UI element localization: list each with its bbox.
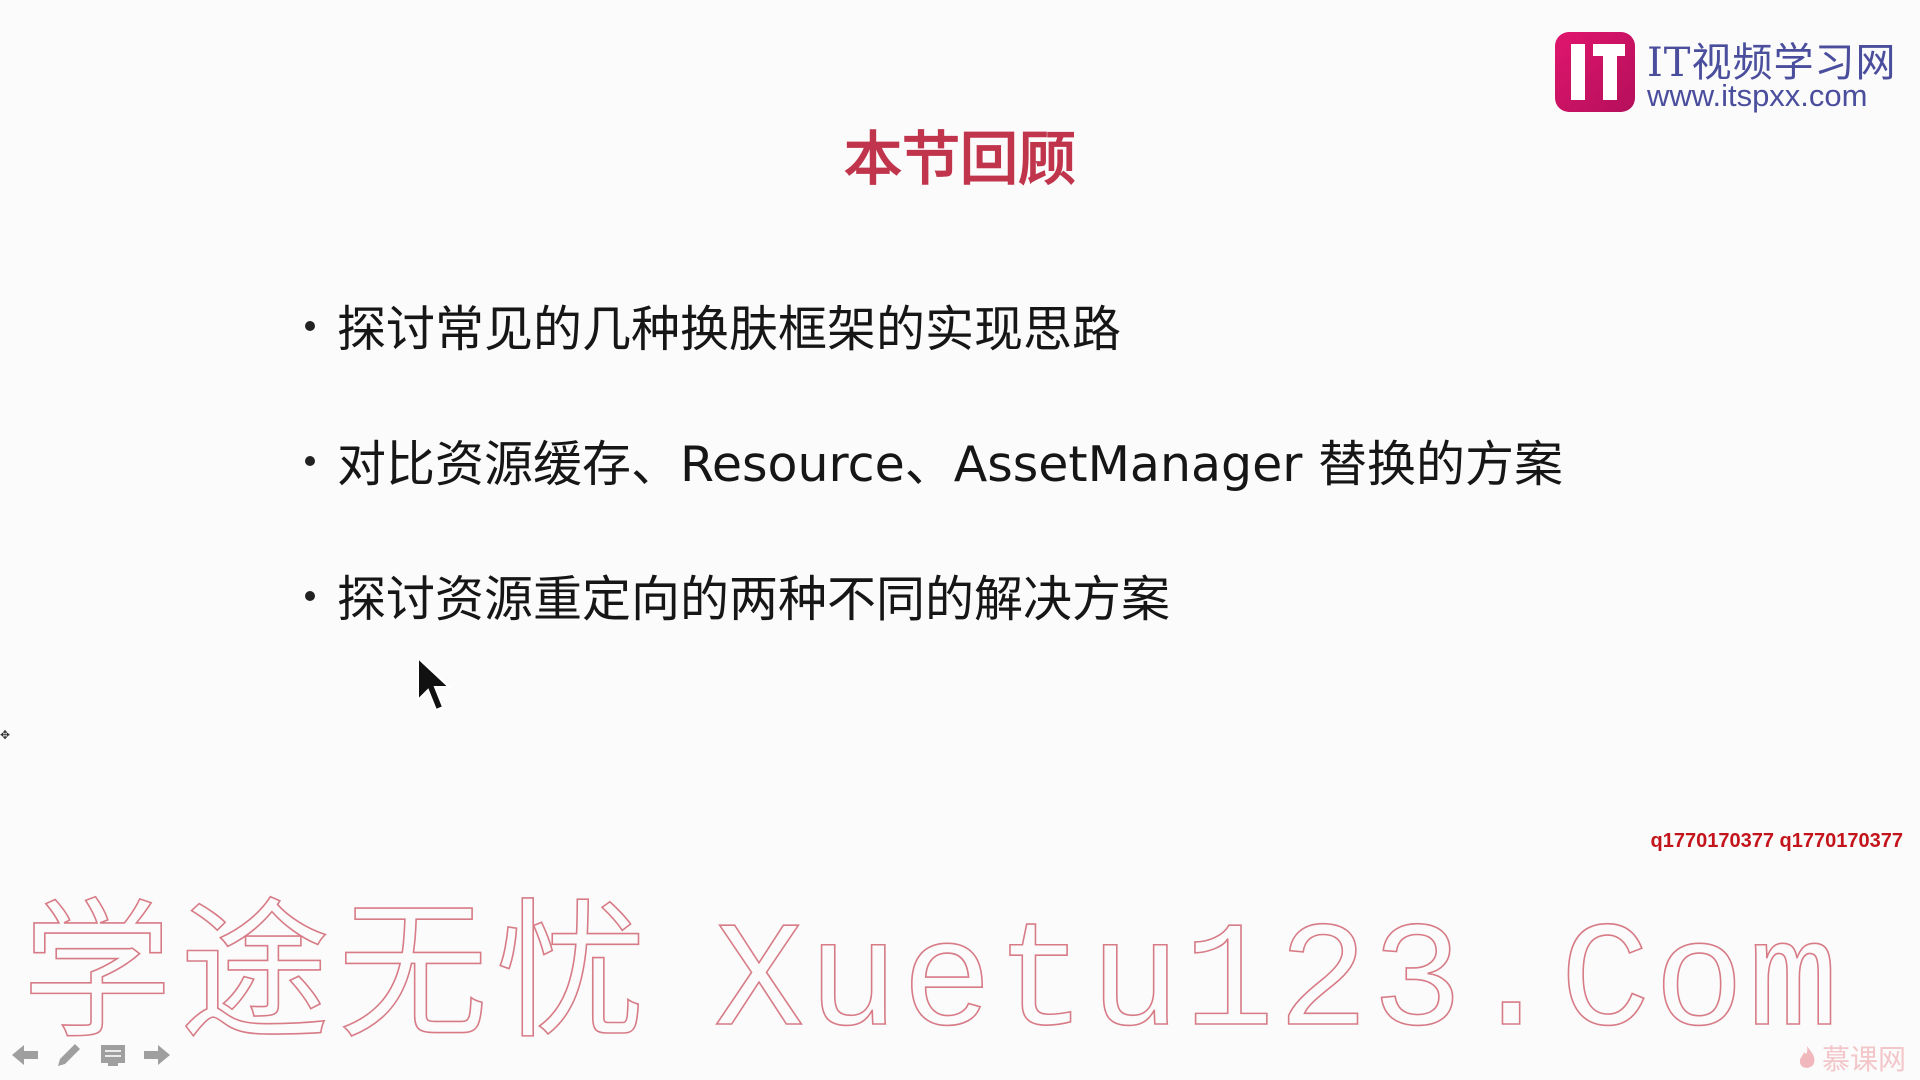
slide-nav-controls xyxy=(10,1040,172,1070)
brand-watermark-text: 慕课网 xyxy=(1821,1043,1906,1076)
slide-menu-icon[interactable] xyxy=(98,1040,128,1070)
pen-icon[interactable] xyxy=(54,1040,84,1070)
bullet-text: 对比资源缓存、Resource、AssetManager 替换的方案 xyxy=(337,436,1564,493)
bullet-item: 对比资源缓存、Resource、AssetManager 替换的方案 xyxy=(305,425,1563,560)
flame-icon xyxy=(1799,1046,1815,1068)
resize-handle-icon: ✥ xyxy=(0,728,11,742)
arrow-left-icon[interactable] xyxy=(10,1040,40,1070)
bullet-list: 探讨常见的几种换肤框架的实现思路 对比资源缓存、Resource、AssetMa… xyxy=(305,290,1563,695)
bullet-text: 探讨常见的几种换肤框架的实现思路 xyxy=(337,301,1122,358)
bullet-dot-icon xyxy=(305,591,315,601)
watermark-en: Xuetu123.Com xyxy=(713,900,1843,1070)
bullet-dot-icon xyxy=(305,321,315,331)
mouse-cursor-icon xyxy=(417,656,452,712)
bullet-dot-icon xyxy=(305,456,315,466)
presentation-slide: IT视频学习网 www.itspxx.com 本节回顾 探讨常见的几种换肤框架的… xyxy=(0,0,1920,1080)
brand-watermark: 慕课网 xyxy=(1796,1038,1906,1078)
bullet-item: 探讨常见的几种换肤框架的实现思路 xyxy=(305,290,1563,425)
watermark: 学途无忧 Xuetu123.Com xyxy=(21,897,1842,1061)
bullet-text: 探讨资源重定向的两种不同的解决方案 xyxy=(337,571,1171,628)
bullet-item: 探讨资源重定向的两种不同的解决方案 xyxy=(305,560,1563,695)
watermark-cn: 学途无忧 xyxy=(21,886,655,1060)
slide-title: 本节回顾 xyxy=(843,125,1076,193)
logo-url: www.itspxx.com xyxy=(1647,78,1868,113)
arrow-right-icon[interactable] xyxy=(142,1040,172,1070)
logo-mark-icon xyxy=(1555,32,1635,112)
qq-contact-text: q1770170377 q1770170377 xyxy=(1650,830,1903,852)
